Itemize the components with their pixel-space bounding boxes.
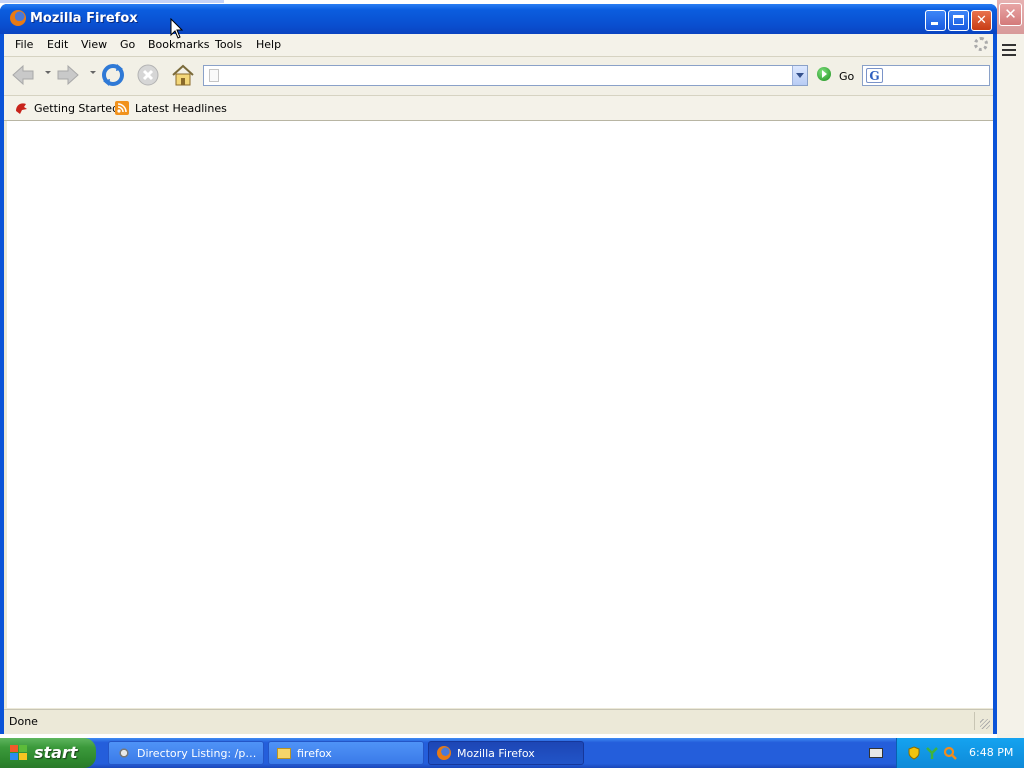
task-label: firefox xyxy=(297,747,332,760)
resize-grip-icon[interactable] xyxy=(980,719,990,729)
menu-go[interactable]: Go xyxy=(120,38,135,51)
reload-icon[interactable] xyxy=(100,62,126,88)
background-window-edge xyxy=(0,0,224,3)
status-bar: Done xyxy=(4,709,993,732)
task-label: Directory Listing: /pu... xyxy=(137,747,257,760)
mouse-cursor-icon xyxy=(170,18,184,39)
maximize-button[interactable] xyxy=(948,10,969,31)
menu-tools[interactable]: Tools xyxy=(215,38,242,51)
browser-icon xyxy=(117,746,131,760)
taskbar: start Directory Listing: /pu... firefox … xyxy=(0,738,1024,768)
window-title: Mozilla Firefox xyxy=(30,11,138,26)
status-divider xyxy=(974,712,975,730)
minimize-button[interactable] xyxy=(925,10,946,31)
url-dropdown-button[interactable] xyxy=(792,66,807,85)
firefox-icon xyxy=(10,10,26,26)
back-arrow-icon[interactable] xyxy=(10,62,36,88)
throbber-icon xyxy=(974,37,988,51)
page-content[interactable] xyxy=(7,121,993,708)
forward-dropdown-icon[interactable] xyxy=(90,71,96,74)
rss-feed-icon xyxy=(115,101,129,115)
clock[interactable]: 6:48 PM xyxy=(969,746,1013,759)
search-icon[interactable] xyxy=(943,746,957,760)
menu-edit[interactable]: Edit xyxy=(47,38,68,51)
search-input[interactable]: G xyxy=(862,65,990,86)
system-tray: 6:48 PM xyxy=(896,738,1024,768)
bookmarks-toolbar: Getting Started Latest Headlines xyxy=(4,96,993,121)
stop-icon[interactable] xyxy=(135,62,161,88)
google-icon[interactable]: G xyxy=(866,68,883,83)
firefox-window: Mozilla Firefox ✕ File Edit View Go Book… xyxy=(0,4,997,734)
background-close-icon[interactable]: ✕ xyxy=(999,3,1022,26)
keyboard-icon[interactable] xyxy=(869,748,883,758)
taskbar-item-directory-listing[interactable]: Directory Listing: /pu... xyxy=(108,741,264,765)
forward-arrow-icon[interactable] xyxy=(55,62,81,88)
close-icon: ✕ xyxy=(976,13,987,28)
page-icon xyxy=(209,69,219,82)
back-dropdown-icon[interactable] xyxy=(45,71,51,74)
home-icon[interactable] xyxy=(170,62,196,88)
bookmark-getting-started[interactable]: Getting Started xyxy=(34,102,119,115)
status-text: Done xyxy=(9,715,38,728)
firefox-icon xyxy=(437,746,451,760)
windows-logo-icon xyxy=(10,745,28,761)
background-window: ✕ xyxy=(997,0,1024,738)
window-client: File Edit View Go Bookmarks Tools Help G… xyxy=(4,34,993,734)
folder-icon xyxy=(277,748,291,759)
menubar: File Edit View Go Bookmarks Tools Help xyxy=(4,34,993,57)
firefox-bookmark-icon xyxy=(16,103,27,114)
menu-view[interactable]: View xyxy=(81,38,107,51)
minimize-icon xyxy=(931,22,938,25)
menu-help[interactable]: Help xyxy=(256,38,281,51)
close-button[interactable]: ✕ xyxy=(971,10,992,31)
taskbar-item-mozilla-firefox[interactable]: Mozilla Firefox xyxy=(428,741,584,765)
menu-file[interactable]: File xyxy=(15,38,33,51)
start-button[interactable]: start xyxy=(0,738,96,768)
bookmark-latest-headlines[interactable]: Latest Headlines xyxy=(135,102,227,115)
security-shield-icon[interactable] xyxy=(907,746,921,760)
go-icon[interactable] xyxy=(817,67,831,81)
start-label: start xyxy=(34,743,78,762)
window-titlebar[interactable]: Mozilla Firefox ✕ xyxy=(0,4,997,34)
taskbar-item-firefox-folder[interactable]: firefox xyxy=(268,741,424,765)
background-menu-icon[interactable] xyxy=(1002,44,1016,59)
go-button-label[interactable]: Go xyxy=(839,70,854,83)
task-label: Mozilla Firefox xyxy=(457,747,535,760)
network-icon[interactable] xyxy=(925,746,939,760)
maximize-icon xyxy=(953,15,964,25)
url-field[interactable] xyxy=(203,65,808,86)
navigation-toolbar: Go G xyxy=(4,57,993,96)
